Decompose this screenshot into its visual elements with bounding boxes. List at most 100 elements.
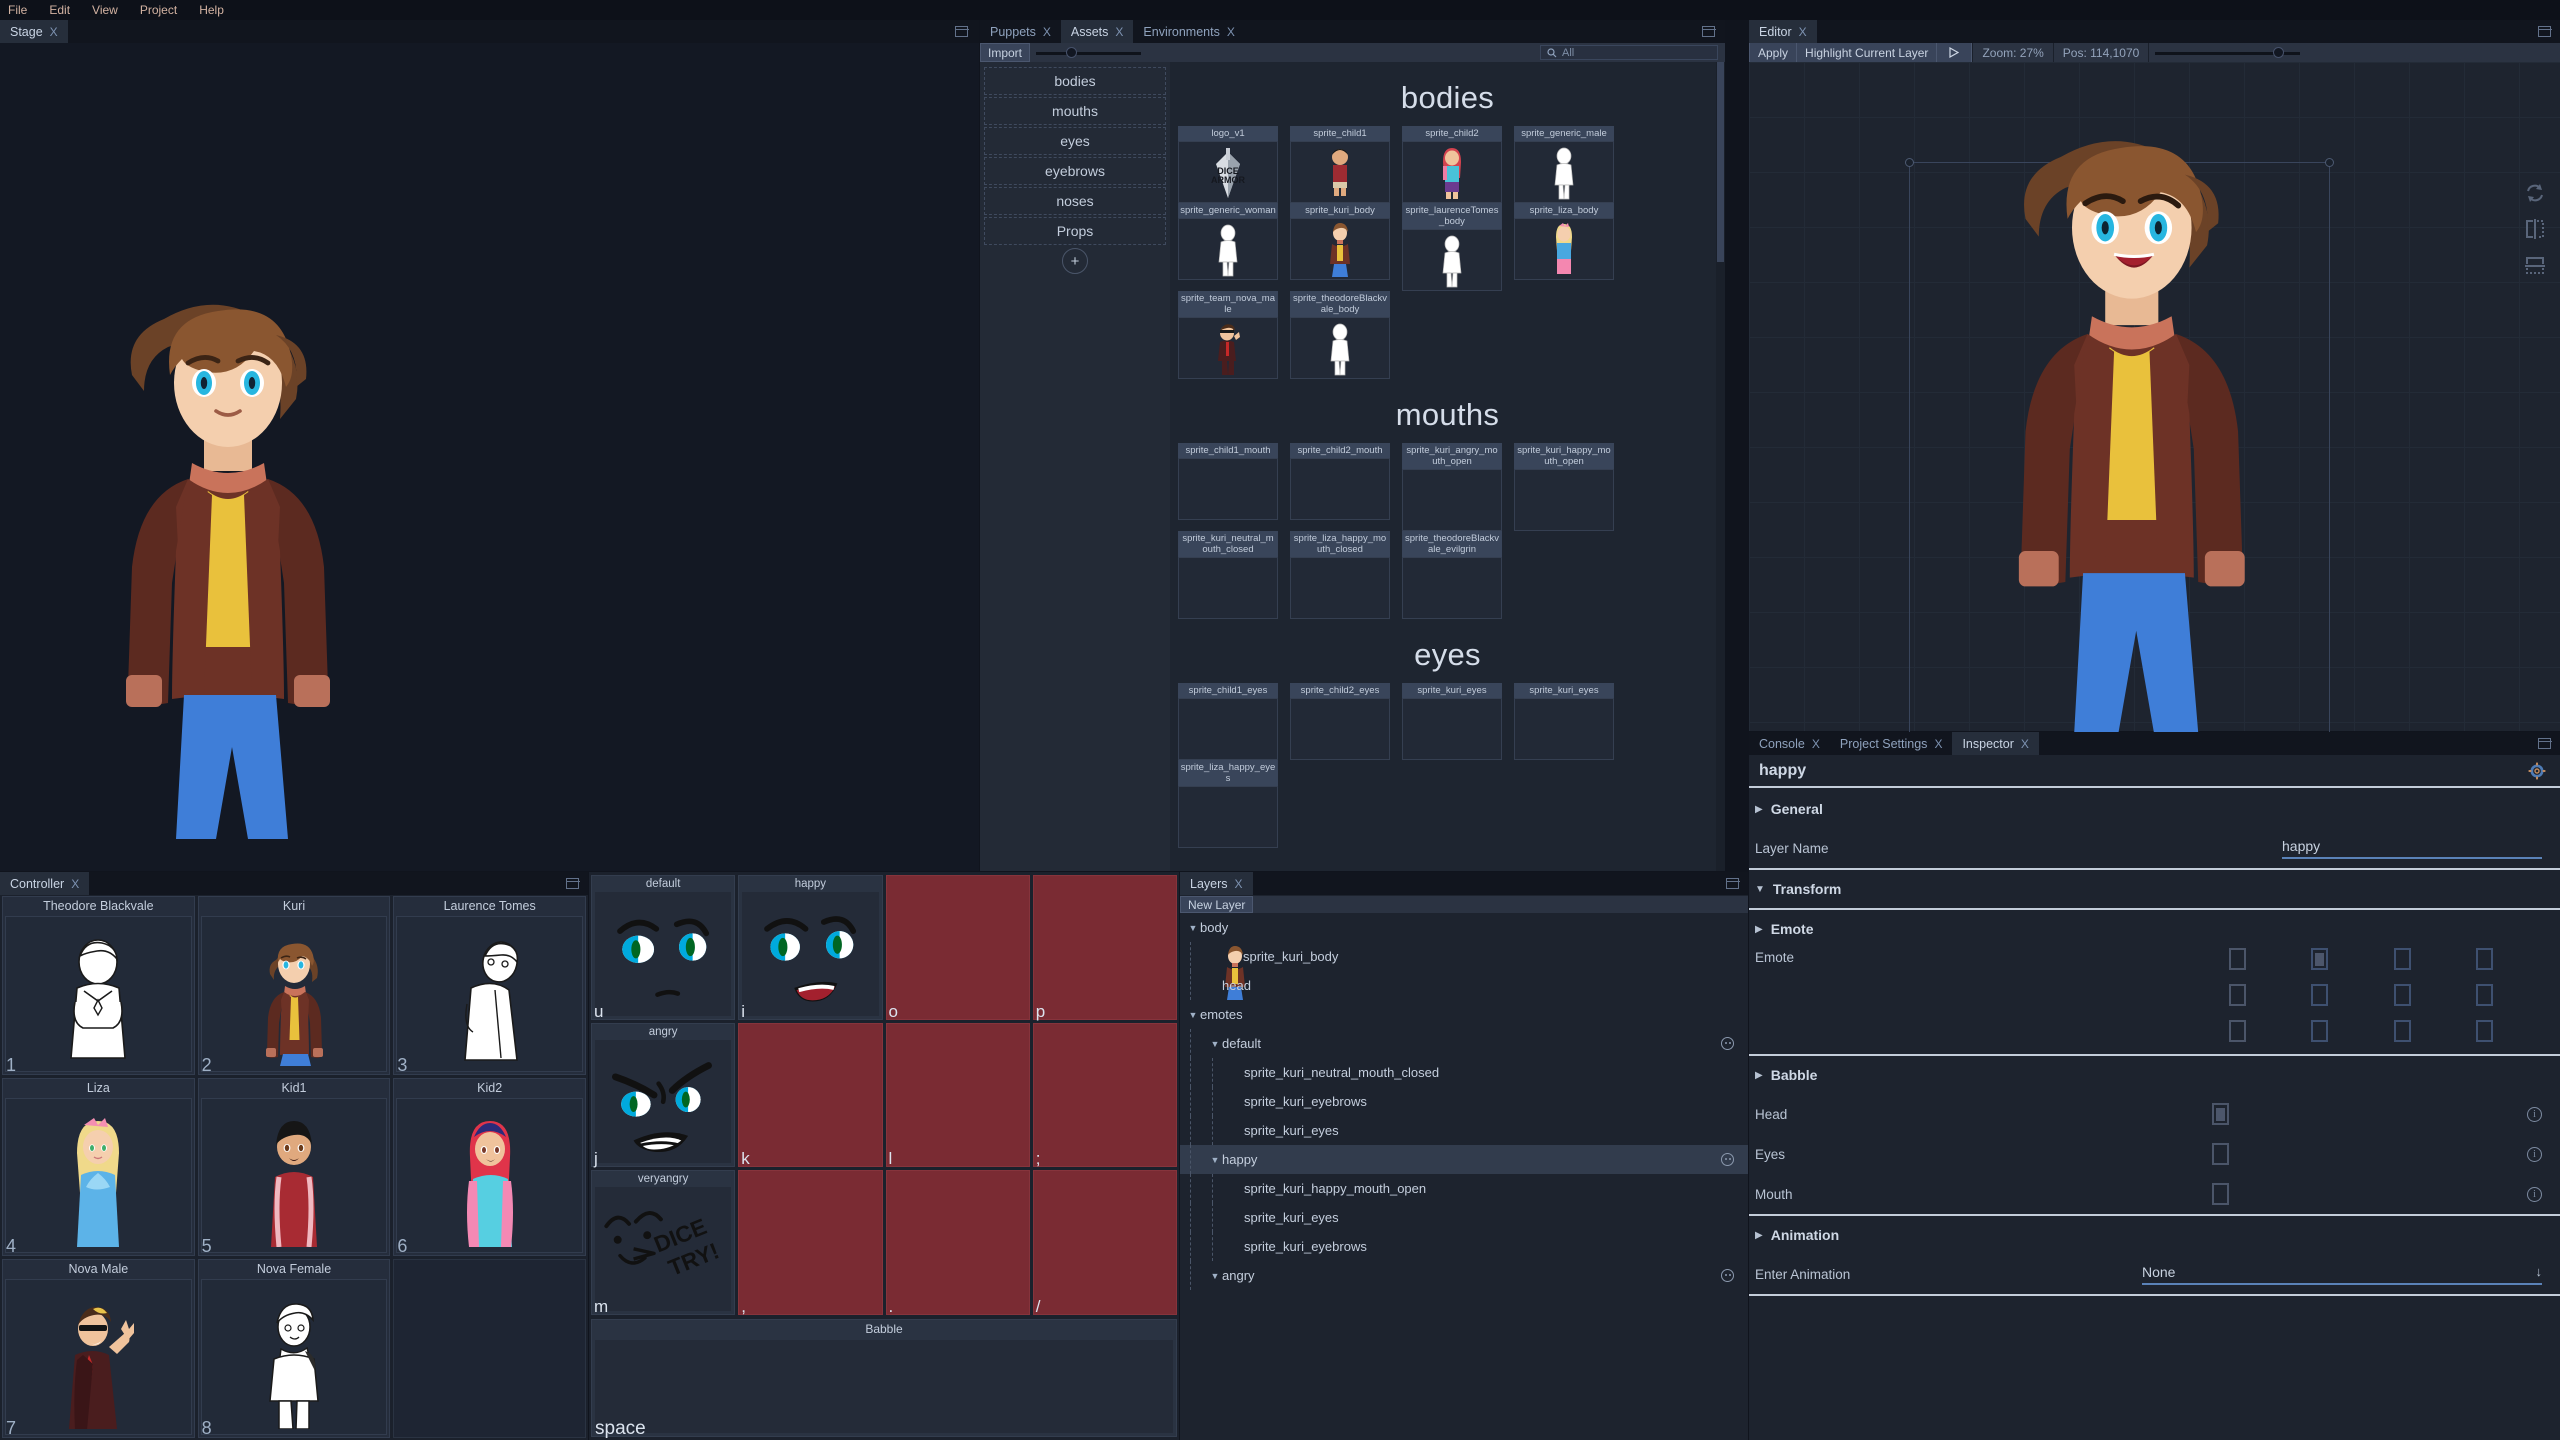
menu-view[interactable]: View bbox=[92, 3, 118, 17]
assets-maximize-button[interactable] bbox=[1701, 26, 1716, 37]
layer-row[interactable]: sprite_kuri_eyes bbox=[1180, 1116, 1748, 1145]
character-slot-empty[interactable] bbox=[393, 1259, 586, 1438]
asset-tile[interactable]: sprite_child1_mouth bbox=[1172, 443, 1284, 531]
emote-checkbox[interactable] bbox=[2476, 984, 2494, 1006]
tab-inspector[interactable]: Inspector X bbox=[1952, 732, 2039, 755]
new-layer-button[interactable]: New Layer bbox=[1180, 896, 1254, 913]
close-icon[interactable]: X bbox=[1812, 737, 1820, 751]
tab-editor[interactable]: Editor X bbox=[1749, 20, 1817, 43]
close-icon[interactable]: X bbox=[1934, 737, 1942, 751]
section-babble[interactable]: ▶ Babble bbox=[1749, 1056, 2560, 1094]
emote-slot-empty[interactable]: . bbox=[885, 1170, 1030, 1316]
asset-tile[interactable]: sprite_kuri_angry_mouth_open bbox=[1396, 443, 1508, 531]
thumbnail-size-slider[interactable] bbox=[1036, 43, 1142, 62]
menu-file[interactable]: File bbox=[8, 3, 27, 17]
asset-tile[interactable]: sprite_liza_body bbox=[1508, 203, 1620, 291]
arrow-down-icon[interactable]: ↓ bbox=[2536, 1264, 2543, 1279]
close-icon[interactable]: X bbox=[1235, 877, 1243, 891]
assets-scrollbar[interactable] bbox=[1716, 62, 1725, 871]
babble-pad[interactable]: Babble space bbox=[591, 1319, 1177, 1439]
character-slot[interactable]: Nova Female 8 bbox=[197, 1259, 391, 1438]
tab-controller[interactable]: Controller X bbox=[0, 872, 90, 895]
layer-row[interactable]: sprite_kuri_happy_mouth_open bbox=[1180, 1174, 1748, 1203]
asset-tile[interactable]: sprite_kuri_body bbox=[1284, 203, 1396, 291]
emote-face-icon[interactable] bbox=[1721, 1153, 1734, 1166]
search-input[interactable]: All bbox=[1540, 45, 1718, 60]
emote-slot[interactable]: happy i bbox=[738, 875, 883, 1021]
section-animation[interactable]: ▶ Animation bbox=[1749, 1216, 2560, 1254]
tab-project-settings[interactable]: Project Settings X bbox=[1830, 732, 1953, 755]
emote-slot-empty[interactable]: o bbox=[885, 875, 1030, 1021]
layer-row[interactable]: ▼ body bbox=[1180, 913, 1748, 942]
asset-tile[interactable]: sprite_kuri_neutral_mouth_closed bbox=[1172, 531, 1284, 619]
folder-mouths[interactable]: mouths bbox=[984, 97, 1166, 125]
close-icon[interactable]: X bbox=[71, 877, 79, 891]
apply-button[interactable]: Apply bbox=[1749, 43, 1798, 62]
asset-tile[interactable]: sprite_theodoreBlackvale_evilgrin bbox=[1396, 531, 1508, 619]
info-icon[interactable]: i bbox=[2527, 1146, 2542, 1162]
flip-swap-button[interactable] bbox=[2524, 182, 2546, 204]
editor-maximize-button[interactable] bbox=[2537, 26, 2552, 37]
menu-project[interactable]: Project bbox=[140, 3, 177, 17]
babble-pad-area[interactable] bbox=[595, 1340, 1173, 1433]
tab-console[interactable]: Console X bbox=[1749, 732, 1830, 755]
tab-puppets[interactable]: Puppets X bbox=[980, 20, 1061, 43]
close-icon[interactable]: X bbox=[50, 25, 58, 39]
emote-checkbox[interactable] bbox=[2476, 1020, 2494, 1042]
import-button[interactable]: Import bbox=[980, 43, 1031, 62]
tab-layers[interactable]: Layers X bbox=[1180, 872, 1253, 895]
asset-tile[interactable]: sprite_liza_happy_mouth_closed bbox=[1284, 531, 1396, 619]
asset-tile[interactable]: logo_v1 DICE ARMOR bbox=[1172, 126, 1284, 203]
babble-eyes-checkbox[interactable] bbox=[2212, 1143, 2229, 1165]
layer-name-input[interactable]: happy bbox=[2282, 838, 2542, 859]
asset-tile[interactable]: sprite_team_nova_male bbox=[1172, 291, 1284, 379]
layer-row[interactable]: sprite_kuri_eyebrows bbox=[1180, 1232, 1748, 1261]
slider-knob[interactable] bbox=[2273, 47, 2285, 58]
emote-slot-empty[interactable]: , bbox=[738, 1170, 883, 1316]
asset-tile[interactable]: sprite_kuri_eyes bbox=[1396, 683, 1508, 760]
section-emote[interactable]: ▶ Emote bbox=[1749, 910, 2560, 948]
info-icon[interactable]: i bbox=[2527, 1186, 2542, 1202]
asset-tile[interactable]: sprite_generic_woman bbox=[1172, 203, 1284, 291]
emote-checkbox[interactable] bbox=[2393, 948, 2411, 970]
editor-zoom-slider[interactable] bbox=[2155, 43, 2301, 62]
close-icon[interactable]: X bbox=[1115, 25, 1123, 39]
tab-environments[interactable]: Environments X bbox=[1133, 20, 1244, 43]
emote-checkbox[interactable] bbox=[2476, 948, 2494, 970]
layers-maximize-button[interactable] bbox=[1725, 878, 1740, 889]
folder-props[interactable]: Props bbox=[984, 217, 1166, 245]
emote-slot[interactable]: default u bbox=[591, 875, 736, 1021]
emote-checkbox[interactable] bbox=[2311, 948, 2329, 970]
layer-tree[interactable]: ▼ body sprite_kuri_body head ▼ emotes ▼ default… bbox=[1180, 913, 1748, 1440]
asset-tile[interactable]: sprite_child2_eyes bbox=[1284, 683, 1396, 760]
close-icon[interactable]: X bbox=[1043, 25, 1051, 39]
emote-slot-empty[interactable]: k bbox=[738, 1022, 883, 1168]
layer-row[interactable]: head bbox=[1180, 971, 1748, 1000]
highlight-current-layer-button[interactable]: Highlight Current Layer bbox=[1797, 43, 1938, 62]
asset-tile[interactable]: sprite_kuri_happy_mouth_open bbox=[1508, 443, 1620, 531]
close-icon[interactable]: X bbox=[1799, 25, 1807, 39]
play-button[interactable] bbox=[1937, 43, 1973, 62]
babble-mouth-checkbox[interactable] bbox=[2212, 1183, 2229, 1205]
layer-row[interactable]: sprite_kuri_eyebrows bbox=[1180, 1087, 1748, 1116]
chevron-down-icon[interactable]: ▼ bbox=[1208, 1271, 1222, 1281]
asset-tile[interactable]: sprite_child2 bbox=[1396, 126, 1508, 203]
asset-tile[interactable]: sprite_child2_mouth bbox=[1284, 443, 1396, 531]
emote-face-icon[interactable] bbox=[1721, 1037, 1734, 1050]
emote-checkbox[interactable] bbox=[2311, 984, 2329, 1006]
layer-row[interactable]: ▼ default bbox=[1180, 1029, 1748, 1058]
controller-maximize-button[interactable] bbox=[565, 878, 580, 889]
chevron-down-icon[interactable]: ▼ bbox=[1186, 1010, 1200, 1020]
menu-edit[interactable]: Edit bbox=[49, 3, 70, 17]
slider-knob[interactable] bbox=[1066, 47, 1078, 58]
asset-tile[interactable]: sprite_child1_eyes bbox=[1172, 683, 1284, 760]
assets-scroll-area[interactable]: bodies logo_v1 DICE ARMOR sprite_child1 spr… bbox=[1170, 62, 1725, 871]
asset-tile[interactable]: sprite_kuri_eyes bbox=[1508, 683, 1620, 760]
tab-stage[interactable]: Stage X bbox=[0, 20, 68, 43]
chevron-down-icon[interactable]: ▼ bbox=[1208, 1155, 1222, 1165]
character-slot[interactable]: Liza 4 bbox=[2, 1077, 195, 1257]
character-slot[interactable]: Kid1 5 bbox=[197, 1077, 391, 1257]
add-folder-button[interactable]: + bbox=[980, 247, 1170, 275]
chevron-down-icon[interactable]: ▼ bbox=[1208, 1039, 1222, 1049]
character-slot[interactable]: Kid2 6 bbox=[393, 1077, 586, 1257]
